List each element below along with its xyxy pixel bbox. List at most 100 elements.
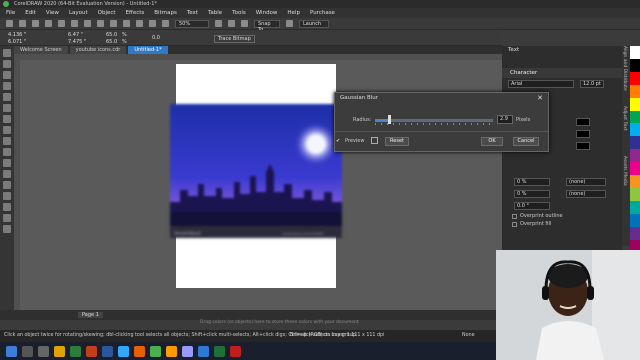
pick-tool-icon[interactable]: [3, 49, 11, 57]
file-explorer-icon[interactable]: [54, 345, 65, 357]
full-screen-icon[interactable]: [215, 20, 222, 27]
palette-swatch[interactable]: [630, 187, 640, 201]
text-tool-icon[interactable]: [3, 148, 11, 156]
ok-button[interactable]: OK: [481, 137, 503, 146]
snap-to-dropdown[interactable]: Snap To: [254, 19, 280, 33]
recorder-icon[interactable]: [230, 345, 241, 357]
palette-swatch[interactable]: [630, 226, 640, 240]
ellipse-tool-icon[interactable]: [3, 126, 11, 134]
search-content-icon[interactable]: [123, 20, 130, 27]
coreldraw-taskbar-icon[interactable]: [214, 345, 225, 357]
search-icon[interactable]: [22, 345, 33, 357]
zoom-tool-icon[interactable]: [3, 82, 11, 90]
eyedropper-icon[interactable]: [3, 203, 11, 211]
artistic-media-icon[interactable]: [3, 104, 11, 112]
palette-swatch[interactable]: [630, 123, 640, 137]
chrome-icon[interactable]: [150, 345, 161, 357]
radius-slider-track[interactable]: [375, 119, 493, 122]
task-view-icon[interactable]: [38, 345, 49, 357]
scale-x-field[interactable]: 65.0: [106, 32, 117, 38]
menu-help[interactable]: Help: [287, 8, 300, 18]
print-icon[interactable]: [45, 20, 52, 27]
zoom-level-select[interactable]: 50%: [175, 19, 209, 28]
reset-button[interactable]: Reset: [385, 137, 409, 146]
page-1-tab[interactable]: Page 1: [78, 312, 103, 318]
preview-checkbox[interactable]: ✔: [336, 138, 340, 144]
import-icon[interactable]: [136, 20, 143, 27]
tab-welcome-screen[interactable]: Welcome Screen: [14, 46, 68, 54]
palette-swatch[interactable]: [630, 110, 640, 124]
photoshop-icon[interactable]: [118, 345, 129, 357]
export-icon[interactable]: [149, 20, 156, 27]
firefox-icon[interactable]: [134, 345, 145, 357]
menu-purchase[interactable]: Purchase: [310, 8, 335, 18]
strikethrough-select[interactable]: (none): [566, 190, 606, 198]
scale-y-field[interactable]: 65.0: [106, 39, 117, 45]
palette-swatch[interactable]: [630, 84, 640, 98]
new-document-icon[interactable]: [6, 20, 13, 27]
cut-icon[interactable]: [58, 20, 65, 27]
side-tab-align-distribute[interactable]: Align and Distribute: [622, 46, 627, 106]
tab-youtube-icons[interactable]: youtube icons.cdr: [69, 46, 127, 54]
parallel-dimension-icon[interactable]: [3, 159, 11, 167]
menu-edit[interactable]: Edit: [25, 8, 36, 18]
palette-swatch[interactable]: [630, 162, 640, 176]
publish-pdf-icon[interactable]: [162, 20, 169, 27]
rectangle-tool-icon[interactable]: [3, 115, 11, 123]
launch-dropdown[interactable]: Launch: [299, 19, 329, 28]
side-tab-assets-media[interactable]: Assets Media: [622, 156, 627, 206]
after-effects-icon[interactable]: [182, 345, 193, 357]
menu-effects[interactable]: Effects: [126, 8, 145, 18]
palette-swatch[interactable]: [630, 46, 640, 59]
undo-icon[interactable]: [97, 20, 104, 27]
menu-object[interactable]: Object: [98, 8, 116, 18]
menu-text[interactable]: Text: [187, 8, 198, 18]
radius-slider-handle[interactable]: [388, 115, 391, 124]
crop-tool-icon[interactable]: [3, 71, 11, 79]
x-position-field[interactable]: 4.136 ": [8, 32, 26, 38]
powerpoint-icon[interactable]: [86, 345, 97, 357]
show-grid-icon[interactable]: [241, 20, 248, 27]
open-icon[interactable]: [19, 20, 26, 27]
shape-tool-icon[interactable]: [3, 60, 11, 68]
font-size-field[interactable]: 12.0 pt: [580, 80, 604, 88]
overprint-fill-checkbox[interactable]: [512, 222, 517, 227]
palette-swatch[interactable]: [630, 71, 640, 85]
tab-untitled-1[interactable]: Untitled-1*: [128, 46, 168, 54]
y-position-field[interactable]: 6.071 ": [8, 39, 26, 45]
palette-swatch[interactable]: [630, 213, 640, 227]
char-angle-field[interactable]: 0.0 °: [514, 202, 550, 210]
options-gear-icon[interactable]: [286, 20, 293, 27]
trace-bitmap-button[interactable]: Trace Bitmap: [214, 35, 255, 43]
excel-icon[interactable]: [70, 345, 81, 357]
character-section-header[interactable]: Character: [502, 68, 622, 78]
transparency-icon[interactable]: [3, 192, 11, 200]
kerning-field[interactable]: 0 %: [514, 178, 550, 186]
text-fill-swatch[interactable]: [576, 118, 590, 126]
menu-file[interactable]: File: [6, 8, 15, 18]
palette-swatch[interactable]: [630, 200, 640, 214]
overprint-outline-checkbox[interactable]: [512, 214, 517, 219]
save-icon[interactable]: [32, 20, 39, 27]
rotation-angle-field[interactable]: 0.0: [152, 35, 160, 41]
palette-swatch[interactable]: [630, 149, 640, 163]
font-list-select[interactable]: Arial: [508, 80, 574, 88]
radius-value-field[interactable]: 2.9: [497, 115, 513, 124]
menu-bitmaps[interactable]: Bitmaps: [154, 8, 177, 18]
windows-start-icon[interactable]: [6, 345, 17, 357]
copy-icon[interactable]: [71, 20, 78, 27]
close-icon[interactable]: ✕: [537, 94, 543, 102]
height-field[interactable]: 7.475 ": [68, 39, 86, 45]
connector-tool-icon[interactable]: [3, 170, 11, 178]
width-field[interactable]: 6.47 ": [68, 32, 83, 38]
toggle-preview-icon[interactable]: [371, 137, 378, 144]
night-city-bitmap[interactable]: VectorStock VectorStock.com/1234567: [170, 104, 342, 238]
menu-table[interactable]: Table: [208, 8, 222, 18]
palette-swatch[interactable]: [630, 97, 640, 111]
menu-window[interactable]: Window: [256, 8, 278, 18]
drop-shadow-icon[interactable]: [3, 181, 11, 189]
menu-view[interactable]: View: [46, 8, 59, 18]
underline-select[interactable]: (none): [566, 178, 606, 186]
word-icon[interactable]: [102, 345, 113, 357]
cancel-button[interactable]: Cancel: [513, 137, 539, 146]
